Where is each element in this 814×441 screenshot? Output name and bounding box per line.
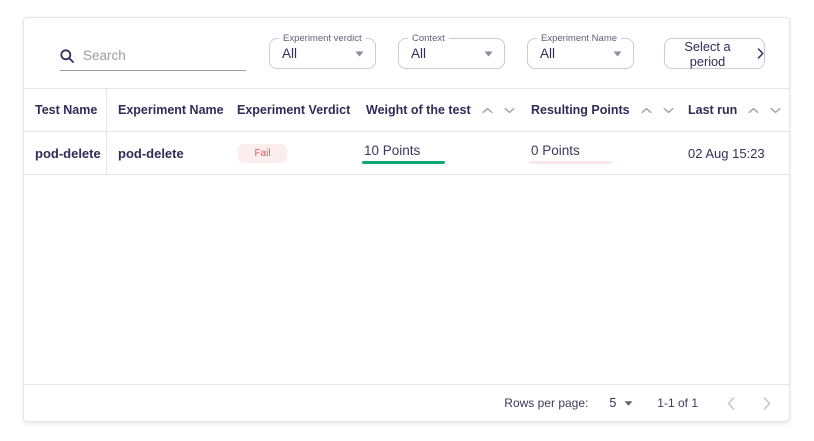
sort-controls-last-run	[748, 107, 781, 114]
header-test-name: Test Name	[35, 89, 97, 131]
context-value: All	[411, 46, 426, 61]
caret-down-icon	[484, 51, 493, 57]
next-page-button[interactable]	[761, 395, 773, 412]
sort-up-icon[interactable]	[482, 107, 493, 114]
resulting-points-value: 0 Points	[531, 143, 612, 158]
context-select[interactable]: Context All	[398, 38, 505, 69]
header-weight-of-test: Weight of the test	[366, 89, 515, 131]
resulting-points-progress-bar	[529, 161, 612, 164]
cell-last-run: 02 Aug 15:23	[688, 132, 765, 174]
caret-down-icon	[613, 51, 622, 57]
sort-up-icon[interactable]	[748, 107, 759, 114]
previous-page-button[interactable]	[725, 395, 737, 412]
experiment-verdict-select[interactable]: Experiment verdict All	[269, 38, 376, 69]
select-period-label: Select a period	[665, 39, 750, 69]
header-resulting-points: Resulting Points	[531, 89, 674, 131]
verdict-fail-badge: Fail	[238, 144, 287, 163]
pagination-footer: Rows per page: 5 1-1 of 1	[24, 384, 789, 421]
header-last-run: Last run	[688, 89, 781, 131]
caret-down-icon	[624, 401, 633, 406]
sort-controls-resulting-points	[641, 107, 674, 114]
rows-per-page-value: 5	[609, 396, 616, 410]
experiment-verdict-value: All	[282, 46, 297, 61]
search-box[interactable]	[60, 48, 246, 71]
cell-resulting-points: 0 Points	[529, 143, 612, 164]
table-header-row: Test Name Experiment Name Experiment Ver…	[24, 89, 789, 132]
cell-experiment-name: pod-delete	[118, 132, 184, 174]
experiment-name-value: All	[540, 46, 555, 61]
rows-per-page-select[interactable]: 5	[609, 396, 633, 410]
select-period-button[interactable]: Select a period	[664, 38, 765, 69]
cell-weight-of-test: 10 Points	[362, 143, 445, 164]
table-empty-area	[24, 175, 789, 384]
column-divider	[106, 89, 107, 131]
table-row[interactable]: pod-delete pod-delete Fail 10 Points 0 P…	[24, 132, 789, 175]
search-input[interactable]	[83, 48, 233, 63]
sort-down-icon[interactable]	[504, 107, 515, 114]
experiment-verdict-label: Experiment verdict	[279, 33, 366, 44]
chevron-left-icon	[727, 397, 735, 410]
header-experiment-verdict: Experiment Verdict	[237, 89, 350, 131]
header-weight-of-test-label: Weight of the test	[366, 103, 471, 117]
experiment-name-select[interactable]: Experiment Name All	[527, 38, 634, 69]
sort-down-icon[interactable]	[663, 107, 674, 114]
experiment-name-label: Experiment Name	[537, 33, 621, 44]
weight-progress-bar	[362, 161, 445, 164]
cell-test-name: pod-delete	[35, 132, 101, 174]
context-label: Context	[408, 33, 449, 44]
sort-controls-weight	[482, 107, 515, 114]
sort-down-icon[interactable]	[770, 107, 781, 114]
chevron-right-icon	[757, 48, 764, 59]
header-last-run-label: Last run	[688, 103, 737, 117]
search-icon	[60, 49, 74, 63]
header-resulting-points-label: Resulting Points	[531, 103, 630, 117]
header-experiment-name: Experiment Name	[118, 89, 224, 131]
sort-up-icon[interactable]	[641, 107, 652, 114]
weight-value: 10 Points	[364, 143, 445, 158]
results-card: Experiment verdict All Context All Exper…	[23, 17, 790, 422]
filter-bar: Experiment verdict All Context All Exper…	[24, 18, 789, 89]
caret-down-icon	[355, 51, 364, 57]
chevron-right-icon	[763, 397, 771, 410]
column-divider	[106, 132, 107, 174]
pagination-range: 1-1 of 1	[657, 396, 698, 410]
rows-per-page-label: Rows per page:	[504, 396, 588, 410]
